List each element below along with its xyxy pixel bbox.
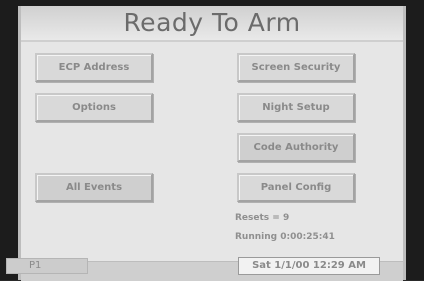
device-screen: Ready To Arm ECP Address Screen Security… bbox=[0, 0, 424, 281]
all-events-button[interactable]: All Events bbox=[35, 173, 153, 202]
screen-security-button[interactable]: Screen Security bbox=[237, 53, 355, 82]
date-time-display[interactable]: Sat 1/1/00 12:29 AM bbox=[238, 257, 380, 275]
ecp-address-button[interactable]: ECP Address bbox=[35, 53, 153, 82]
resets-count: Resets = 9 bbox=[235, 213, 290, 223]
page-title: Ready To Arm bbox=[21, 6, 403, 42]
page-indicator[interactable]: P1 bbox=[6, 258, 88, 274]
options-button[interactable]: Options bbox=[35, 93, 153, 122]
night-setup-button[interactable]: Night Setup bbox=[237, 93, 355, 122]
panel-config-button[interactable]: Panel Config bbox=[237, 173, 355, 202]
code-authority-button[interactable]: Code Authority bbox=[237, 133, 355, 162]
touch-panel: Ready To Arm ECP Address Screen Security… bbox=[18, 6, 406, 281]
running-time: Running 0:00:25:41 bbox=[235, 232, 335, 242]
